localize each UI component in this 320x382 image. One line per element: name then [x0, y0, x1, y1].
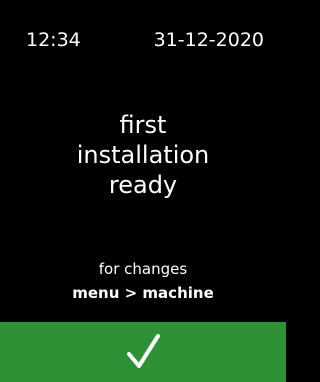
- checkmark-icon: [127, 334, 160, 368]
- confirm-button[interactable]: [0, 322, 286, 382]
- machine-display: 12:34 31-12-2020 first installation read…: [0, 0, 286, 382]
- date: 31-12-2020: [153, 29, 264, 51]
- hint-label: for changes: [98, 260, 188, 278]
- clock: 12:34: [26, 29, 81, 51]
- message-line-1: first: [119, 111, 167, 139]
- message-line-2: installation: [76, 141, 210, 169]
- hint-text: for changes menu > machine: [0, 257, 286, 305]
- menu-path: menu > machine: [72, 284, 214, 302]
- status-bar: 12:34 31-12-2020: [0, 26, 286, 54]
- status-message: first installation ready: [0, 110, 286, 200]
- message-line-3: ready: [108, 171, 178, 199]
